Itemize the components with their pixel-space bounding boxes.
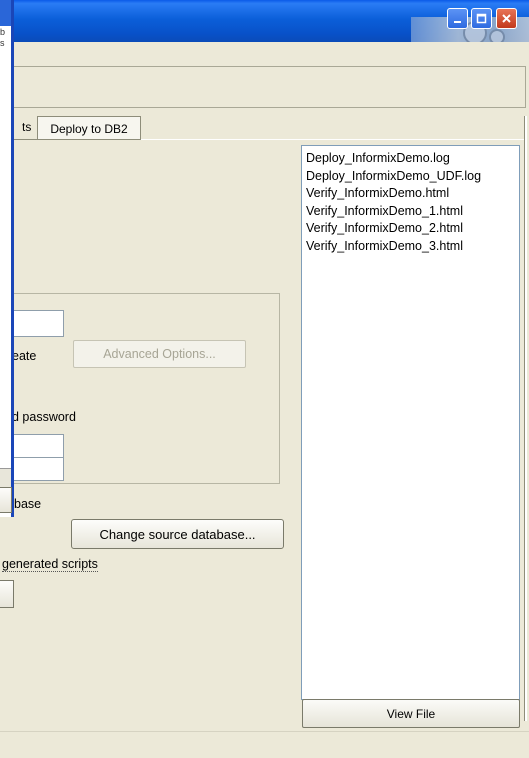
dialog-text-fragment: s (0, 38, 5, 48)
list-item[interactable]: Deploy_InformixDemo.log (302, 150, 519, 168)
tab-deploy-to-db2[interactable]: Deploy to DB2 (37, 116, 141, 140)
menu-bar (0, 42, 529, 66)
close-icon (502, 14, 511, 23)
dialog-button[interactable] (0, 487, 12, 513)
toolbar-panel (0, 66, 526, 108)
create-label: eate (12, 349, 37, 363)
overlapping-dialog-titlebar (0, 0, 11, 26)
view-file-button[interactable]: View File (302, 699, 520, 728)
tab-partial-label[interactable]: ts (22, 120, 31, 134)
content-panel-edge (524, 116, 527, 721)
overlapping-dialog[interactable]: b s (0, 0, 14, 517)
generated-scripts-label: generated scripts (2, 557, 98, 572)
minimize-icon (454, 21, 461, 23)
list-item[interactable]: Deploy_InformixDemo_UDF.log (302, 168, 519, 186)
maximize-button[interactable] (471, 8, 492, 29)
list-item[interactable]: Verify_InformixDemo_2.html (302, 220, 519, 238)
minimize-button[interactable] (447, 8, 468, 29)
status-bar (0, 731, 529, 758)
password-label: d password (12, 410, 76, 424)
tab-divider-highlight (141, 139, 526, 140)
log-file-list[interactable]: Deploy_InformixDemo.log Deploy_InformixD… (301, 145, 520, 700)
database-label: base (14, 497, 42, 511)
maximize-icon (476, 13, 487, 24)
partial-button[interactable] (0, 580, 14, 608)
dialog-scrollbar[interactable] (0, 468, 11, 487)
dialog-text-fragment: b (0, 27, 6, 37)
advanced-options-button[interactable]: Advanced Options... (73, 340, 246, 368)
list-item[interactable]: Verify_InformixDemo.html (302, 185, 519, 203)
close-button[interactable] (496, 8, 517, 29)
change-source-database-button[interactable]: Change source database... (71, 519, 284, 549)
title-bar (0, 0, 529, 45)
list-item[interactable]: Verify_InformixDemo_3.html (302, 238, 519, 256)
list-item[interactable]: Verify_InformixDemo_1.html (302, 203, 519, 221)
